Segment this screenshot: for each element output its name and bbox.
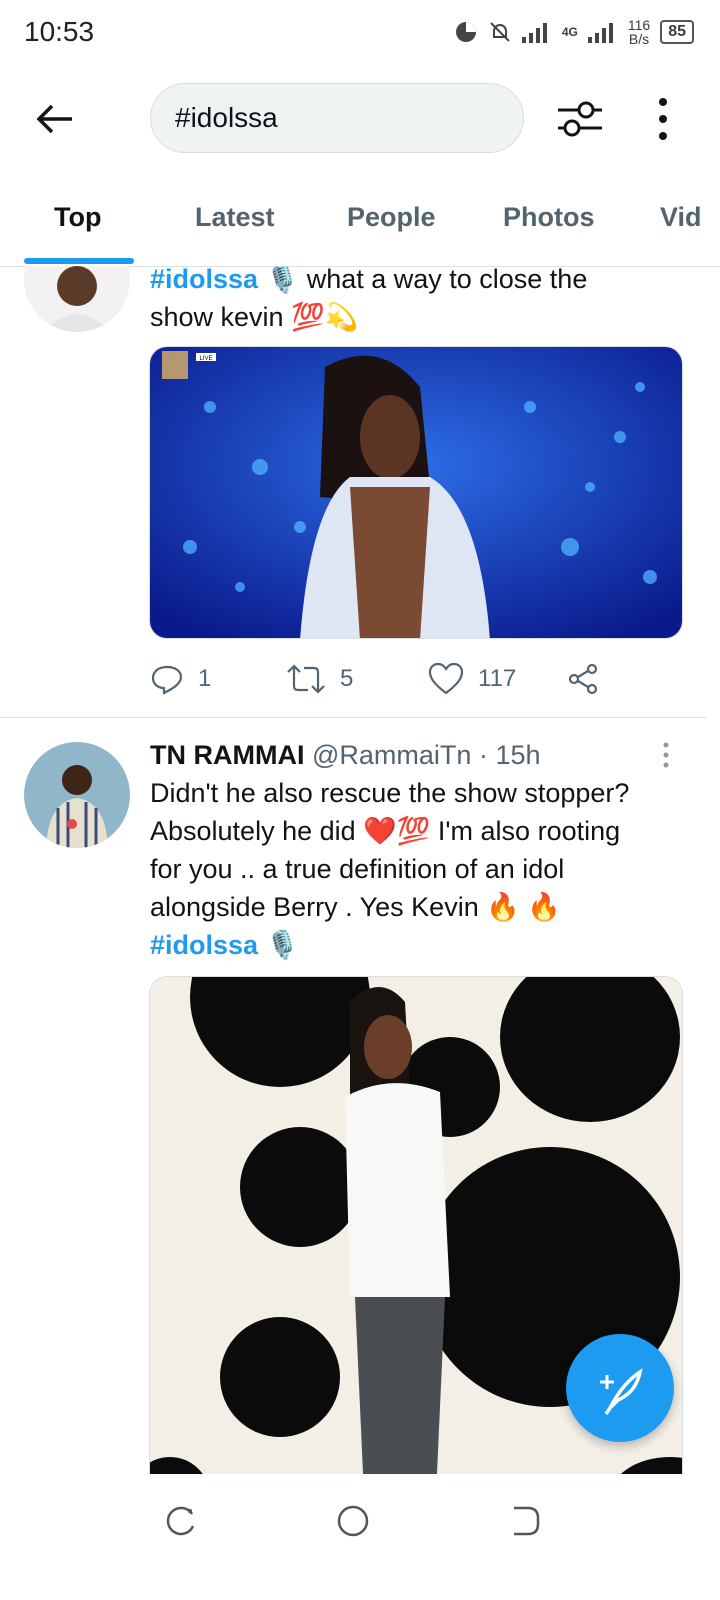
tweet-time: · 15h bbox=[478, 740, 541, 770]
user-handle[interactable]: @RammaiTn bbox=[312, 740, 471, 770]
network-type: 4G bbox=[561, 25, 578, 39]
heart-icon bbox=[428, 662, 464, 695]
stage-photo: LIVE bbox=[150, 347, 682, 638]
tab-latest[interactable]: Latest bbox=[195, 202, 275, 233]
mic-emoji: 🎙️ bbox=[258, 266, 300, 294]
retweet-icon bbox=[287, 664, 325, 694]
avatar[interactable] bbox=[24, 266, 130, 332]
avatar-photo bbox=[24, 742, 130, 848]
mic-emoji: 🎙️ bbox=[258, 930, 300, 960]
display-name[interactable]: TN RAMMAI bbox=[150, 740, 304, 770]
tab-videos[interactable]: Vid bbox=[660, 202, 702, 233]
recents-icon[interactable] bbox=[164, 1504, 198, 1538]
signal-icon-2 bbox=[587, 23, 613, 43]
share-button[interactable] bbox=[566, 662, 600, 696]
search-header: #idolssa bbox=[0, 64, 720, 172]
share-icon bbox=[568, 663, 598, 695]
reply-button[interactable]: 1 bbox=[150, 662, 211, 696]
tweet-actions: 1 5 117 bbox=[150, 662, 610, 702]
avatar-photo bbox=[24, 266, 130, 332]
hashtag-link[interactable]: #idolssa bbox=[150, 266, 258, 294]
like-button[interactable]: 117 bbox=[428, 662, 516, 696]
tweet-feed[interactable]: #idolssa 🎙️ what a way to close the show… bbox=[0, 266, 720, 1474]
search-input[interactable]: #idolssa bbox=[150, 83, 524, 153]
avatar[interactable] bbox=[24, 742, 130, 848]
back-arrow-icon[interactable] bbox=[30, 94, 80, 144]
tab-photos[interactable]: Photos bbox=[503, 202, 595, 233]
mute-icon bbox=[490, 22, 510, 42]
tab-top[interactable]: Top bbox=[54, 202, 101, 233]
hashtag-link[interactable]: #idolssa bbox=[150, 930, 258, 960]
compose-tweet-button[interactable] bbox=[566, 1334, 674, 1442]
active-tab-indicator bbox=[24, 258, 134, 264]
retweet-button[interactable]: 5 bbox=[286, 662, 353, 696]
more-options-icon[interactable] bbox=[648, 94, 678, 144]
reply-icon bbox=[151, 665, 183, 695]
data-saver-icon bbox=[455, 22, 476, 42]
clock: 10:53 bbox=[24, 16, 95, 47]
network-speed: 116 B/s bbox=[627, 17, 651, 47]
home-icon[interactable] bbox=[336, 1504, 370, 1538]
tweet-header: TN RAMMAI @RammaiTn · 15h bbox=[150, 736, 690, 774]
signal-icon bbox=[521, 23, 547, 43]
search-tabs: Top Latest People Photos Vid bbox=[0, 172, 720, 267]
tweet-image[interactable]: LIVE bbox=[149, 346, 683, 639]
compose-feather-icon bbox=[600, 1368, 643, 1415]
tweet-options-icon[interactable] bbox=[656, 740, 676, 770]
live-badge: LIVE bbox=[199, 356, 212, 362]
system-navigation-bar bbox=[0, 1474, 720, 1600]
back-nav-icon[interactable] bbox=[508, 1504, 542, 1538]
status-icons: 4G 116 B/s 85 bbox=[454, 18, 694, 46]
tweet-text: Didn't he also rescue the show stopper? … bbox=[150, 778, 630, 960]
status-bar: 10:53 4G 116 B/s 85 bbox=[0, 0, 720, 64]
battery-indicator: 85 bbox=[660, 20, 694, 44]
tweet-divider bbox=[0, 717, 706, 718]
filter-settings-icon[interactable] bbox=[552, 94, 608, 144]
tab-people[interactable]: People bbox=[347, 202, 436, 233]
tweet-text: #idolssa 🎙️ what a way to close the show… bbox=[150, 266, 588, 332]
